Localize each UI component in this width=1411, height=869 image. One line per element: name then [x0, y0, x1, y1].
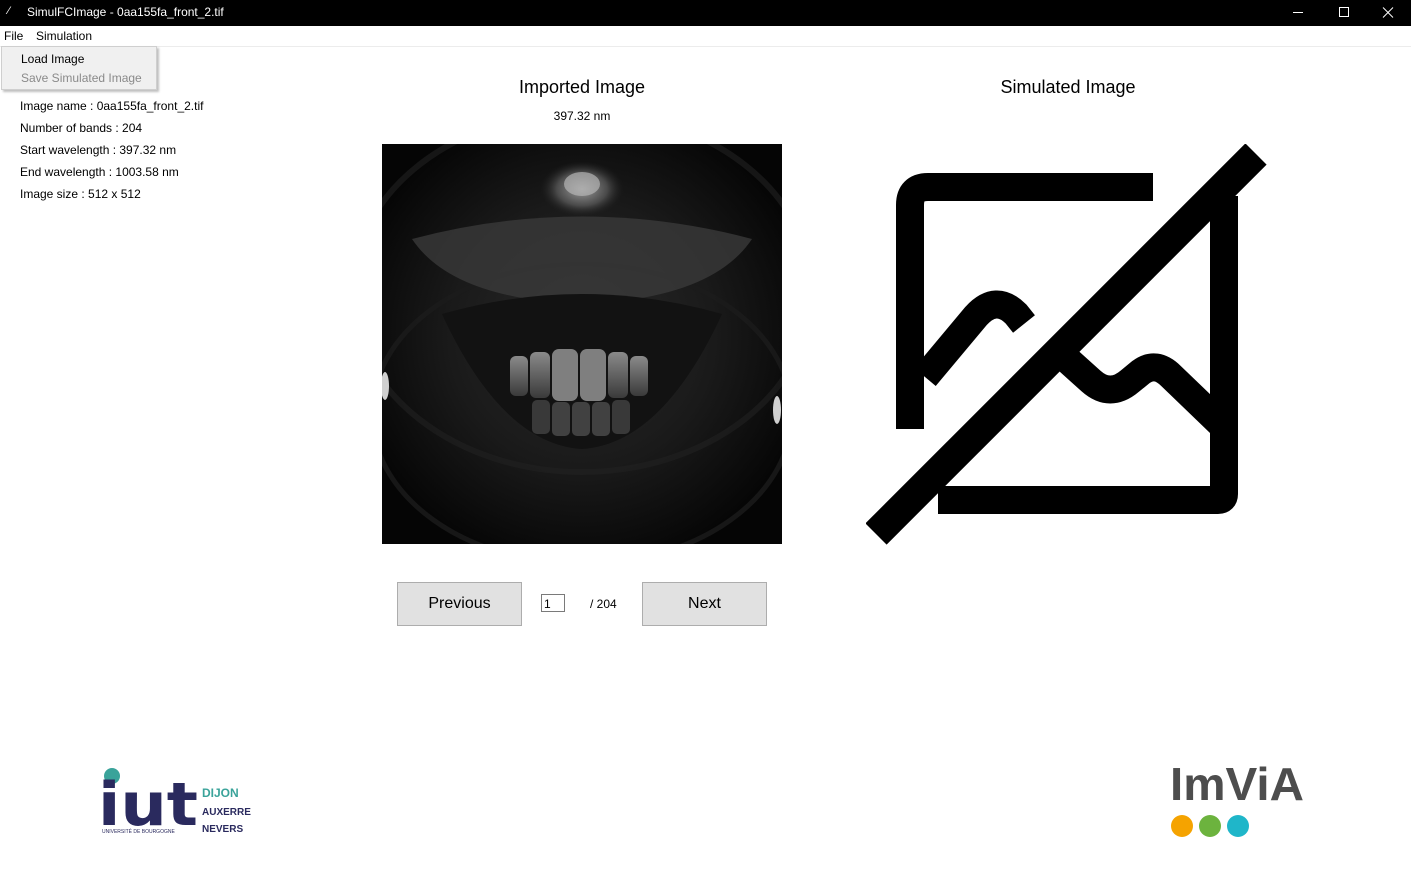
iut-logo: iut DIJON AUXERRE NEVERS UNIVERSITÉ DE B…	[98, 767, 254, 840]
iut-logo-text: iut	[98, 770, 198, 835]
minimize-icon	[1293, 12, 1303, 13]
app-feather-icon: ⁄	[8, 5, 10, 17]
menu-bar: File Simulation	[0, 27, 1411, 47]
info-end-wavelength: End wavelength : 1003.58 nm	[20, 165, 179, 179]
info-image-name: Image name : 0aa155fa_front_2.tif	[20, 99, 204, 113]
info-start-wavelength: Start wavelength : 397.32 nm	[20, 143, 177, 157]
image-off-icon	[865, 143, 1267, 545]
previous-button[interactable]: Previous	[397, 582, 522, 626]
iut-city-dijon: DIJON	[202, 786, 239, 800]
imported-image-wavelength: 397.32 nm	[553, 109, 611, 123]
dental-grayscale-image	[349, 109, 815, 567]
title-bar: ⁄ SimulFCImage - 0aa155fa_front_2.tif	[0, 0, 1411, 26]
menu-item-save-simulated-image: Save Simulated Image	[21, 71, 142, 85]
imported-image-view	[349, 109, 815, 567]
info-number-of-bands: Number of bands : 204	[20, 121, 143, 135]
iut-city-auxerre: AUXERRE	[202, 807, 251, 818]
menu-file[interactable]: File	[4, 29, 23, 43]
image-info-panel: Image name : 0aa155fa_front_2.tif Number…	[20, 99, 203, 209]
iut-university-line: UNIVERSITÉ DE BOURGOGNE	[102, 828, 175, 835]
window-title: SimulFCImage - 0aa155fa_front_2.tif	[27, 5, 224, 19]
imvia-logo-text: ImViA	[1170, 758, 1304, 810]
menu-simulation[interactable]: Simulation	[36, 29, 92, 43]
maximize-icon	[1339, 7, 1349, 17]
iut-city-nevers: NEVERS	[202, 824, 243, 835]
close-button[interactable]	[1365, 0, 1411, 26]
simulated-image-title: Simulated Image	[1000, 77, 1136, 97]
band-total-label: / 204	[590, 597, 617, 611]
imvia-logo: ImViA	[1168, 758, 1308, 840]
simulated-image-view	[865, 143, 1268, 546]
minimize-button[interactable]	[1275, 0, 1321, 26]
close-icon	[1382, 7, 1394, 18]
next-button[interactable]: Next	[642, 582, 767, 626]
info-image-size: Image size : 512 x 512	[20, 187, 141, 201]
band-number-input[interactable]: 1	[541, 594, 565, 612]
menu-item-load-image[interactable]: Load Image	[21, 52, 84, 66]
maximize-button[interactable]	[1321, 0, 1367, 26]
imported-image-title: Imported Image	[518, 77, 646, 97]
lower-teeth	[532, 400, 630, 436]
file-dropdown-menu: Load Image Save Simulated Image	[1, 46, 157, 90]
